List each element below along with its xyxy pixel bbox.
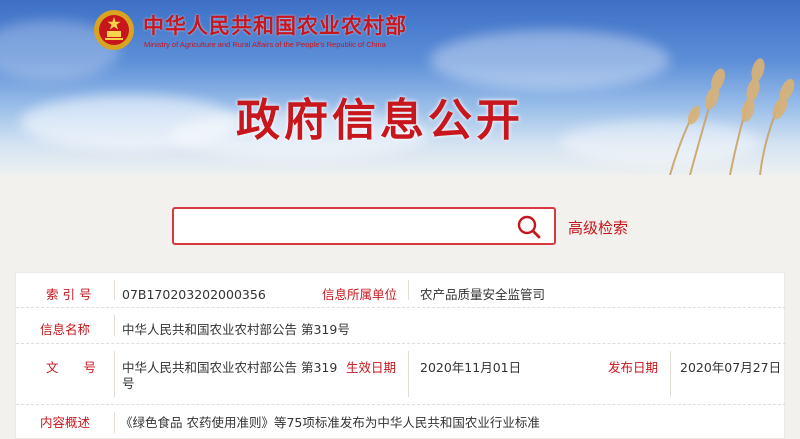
page-title: 政府信息公开	[236, 95, 524, 146]
info-table: 索 引 号 07B170203202000356 信息所属单位 农产品质量安全监…	[15, 272, 786, 439]
search-box	[172, 207, 556, 245]
advanced-search-link[interactable]: 高级检索	[568, 217, 628, 238]
table-row: 信息名称 中华人民共和国农业农村部公告 第319号	[16, 308, 786, 344]
effective-date-label: 生效日期	[346, 360, 397, 375]
effective-date-value: 2020年11月01日	[420, 360, 522, 375]
column-divider	[114, 315, 115, 336]
wheat-decoration	[669, 58, 795, 175]
column-divider	[114, 280, 115, 300]
column-divider	[670, 351, 671, 397]
publish-date-label: 发布日期	[608, 360, 659, 375]
column-divider	[408, 351, 409, 397]
table-row: 文 号 中华人民共和国农业农村部公告 第319 号 生效日期 2020年11月0…	[16, 344, 786, 405]
index-value: 07B170203202000356	[122, 287, 266, 302]
column-divider	[408, 280, 409, 300]
doc-number-value-line2: 号	[122, 376, 135, 391]
summary-value: 《绿色食品 农药使用准则》等75项标准发布为中华人民共和国农业行业标准	[120, 415, 540, 430]
table-row: 索 引 号 07B170203202000356 信息所属单位 农产品质量安全监…	[16, 273, 786, 308]
search-icon[interactable]	[516, 214, 542, 240]
column-divider	[114, 412, 115, 433]
index-label: 索 引 号	[46, 287, 92, 302]
cloud-decoration	[430, 30, 670, 90]
header-banner: 中华人民共和国农业农村部 Ministry of Agriculture and…	[0, 0, 800, 175]
name-value: 中华人民共和国农业农村部公告 第319号	[122, 322, 350, 337]
name-label: 信息名称	[40, 322, 91, 337]
search-input[interactable]	[174, 209, 504, 243]
ministry-name-en: Ministry of Agriculture and Rural Affair…	[144, 40, 386, 49]
column-divider	[114, 351, 115, 397]
publish-date-value: 2020年07月27日	[680, 360, 782, 375]
doc-number-label: 文 号	[46, 360, 97, 375]
doc-number-value-line1: 中华人民共和国农业农村部公告 第319	[122, 360, 338, 375]
unit-value: 农产品质量安全监管司	[420, 287, 546, 302]
ministry-name-cn: 中华人民共和国农业农村部	[143, 14, 407, 38]
national-emblem-icon	[94, 10, 134, 50]
table-row: 内容概述 《绿色食品 农药使用准则》等75项标准发布为中华人民共和国农业行业标准	[16, 405, 786, 439]
unit-label: 信息所属单位	[322, 287, 398, 302]
summary-label: 内容概述	[40, 415, 91, 430]
